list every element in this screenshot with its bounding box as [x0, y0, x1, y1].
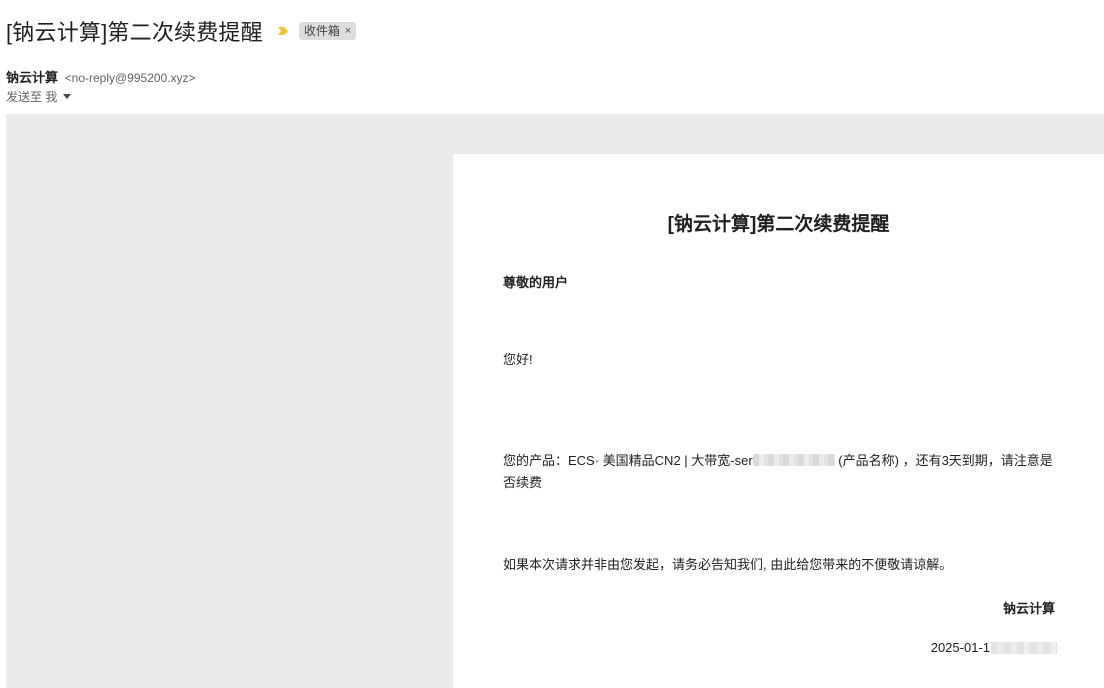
notice-paragraph: 如果本次请求并非由您发起，请务必告知我们, 由此给您带来的不便敬请谅解。 — [503, 557, 953, 572]
date-prefix: 2025-01-1 — [930, 640, 990, 655]
show-details-caret-icon[interactable] — [63, 94, 72, 99]
recipient-row: 发送至 我 — [6, 88, 72, 105]
signature: 钠云计算 — [1002, 601, 1055, 616]
hello-text: 您好! — [503, 352, 533, 367]
inbox-label-text: 收件箱 — [303, 24, 340, 38]
recipient-text: 发送至 我 — [6, 90, 58, 104]
product-prefix: 您的产品：ECS· 美国精品CN2 | 大带宽-ser — [503, 453, 753, 468]
salutation: 尊敬的用户 — [503, 275, 569, 290]
date-row: 2025-01-1 — [931, 640, 1057, 655]
sender-row: 钠云计算 <no-reply@995200.xyz> — [6, 67, 196, 86]
subject-row: [钠云计算]第二次续费提醒 收件箱 × — [6, 14, 357, 48]
remove-label-icon[interactable]: × — [345, 23, 351, 39]
product-paragraph: 您的产品：ECS· 美国精品CN2 | 大带宽-ser (产品名称) ，还有3天… — [503, 450, 1053, 494]
sender-name[interactable]: 钠云计算 — [6, 70, 58, 85]
redacted-product-name — [752, 454, 835, 466]
sender-email: <no-reply@995200.xyz> — [64, 71, 196, 85]
message-body-frame: [钠云计算]第二次续费提醒 尊敬的用户 您好! 您的产品：ECS· 美国精品CN… — [6, 114, 1104, 688]
importance-marker-icon[interactable] — [277, 25, 289, 37]
redacted-date — [991, 641, 1057, 654]
message-title: [钠云计算]第二次续费提醒 — [667, 214, 890, 235]
message-card: [钠云计算]第二次续费提醒 尊敬的用户 您好! 您的产品：ECS· 美国精品CN… — [453, 154, 1104, 688]
email-view: [钠云计算]第二次续费提醒 收件箱 × 钠云计算 <no-reply@99520… — [0, 0, 1104, 688]
inbox-label-chip[interactable]: 收件箱 × — [298, 22, 357, 40]
email-subject: [钠云计算]第二次续费提醒 — [6, 20, 263, 45]
